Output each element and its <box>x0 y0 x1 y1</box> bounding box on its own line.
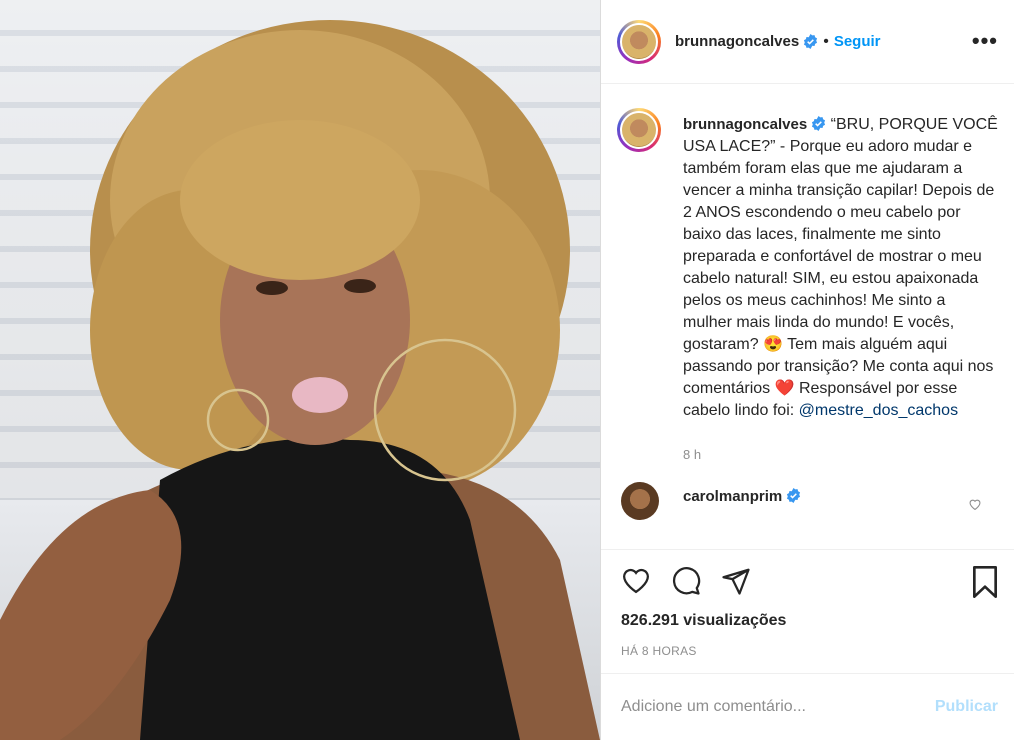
post-timestamp[interactable]: HÁ 8 HORAS <box>601 644 1014 658</box>
caption-text-part-1: “BRU, PORQUE VOCÊ USA LACE?” - Porque eu… <box>683 116 998 353</box>
follow-button[interactable]: Seguir <box>834 33 881 50</box>
more-options-icon[interactable]: ••• <box>972 28 998 54</box>
save-bookmark-icon[interactable] <box>971 566 999 598</box>
add-comment-bar: Adicione um comentário... Publicar <box>601 673 1014 740</box>
post-side-panel: brunnagoncalves • Seguir ••• brunnagonca… <box>600 0 1014 740</box>
comment-bubble-icon[interactable] <box>671 566 701 596</box>
comment-like-heart-icon[interactable] <box>968 498 982 510</box>
verified-badge-icon <box>804 34 818 49</box>
caption-username[interactable]: brunnagoncalves <box>683 116 807 133</box>
caption-age: 8 h <box>683 447 702 462</box>
commenter-verified-badge-icon <box>787 488 801 503</box>
publish-button[interactable]: Publicar <box>935 698 998 716</box>
caption-author-avatar[interactable] <box>617 108 661 152</box>
author-username[interactable]: brunnagoncalves <box>675 33 799 50</box>
comment-item: carolmanprim <box>601 466 1014 520</box>
caption: brunnagoncalves “BRU, PORQUE VOCÊ USA LA… <box>601 84 1014 466</box>
mention-link[interactable]: @mestre_dos_cachos <box>799 402 958 419</box>
post-media-video[interactable] <box>0 0 600 740</box>
red-heart-emoji-icon: ❤️ <box>774 380 795 397</box>
like-heart-icon[interactable] <box>621 566 651 594</box>
comments-section[interactable]: brunnagoncalves “BRU, PORQUE VOCÊ USA LA… <box>601 84 1014 549</box>
views-count[interactable]: 826.291 visualizações <box>601 612 1014 630</box>
commenter-avatar[interactable] <box>621 482 659 520</box>
caption-verified-badge-icon <box>812 116 826 131</box>
heart-eyes-emoji-icon: 😍 <box>763 336 783 353</box>
header-separator: • <box>823 32 829 50</box>
author-avatar[interactable] <box>617 19 661 64</box>
share-paper-plane-icon[interactable] <box>721 566 751 596</box>
post-actions: 826.291 visualizações HÁ 8 HORAS <box>601 549 1014 658</box>
video-frame-illustration <box>0 20 600 740</box>
commenter-username[interactable]: carolmanprim <box>683 488 782 505</box>
post-header: brunnagoncalves • Seguir ••• <box>601 0 1014 84</box>
comment-input[interactable]: Adicione um comentário... <box>621 698 806 716</box>
